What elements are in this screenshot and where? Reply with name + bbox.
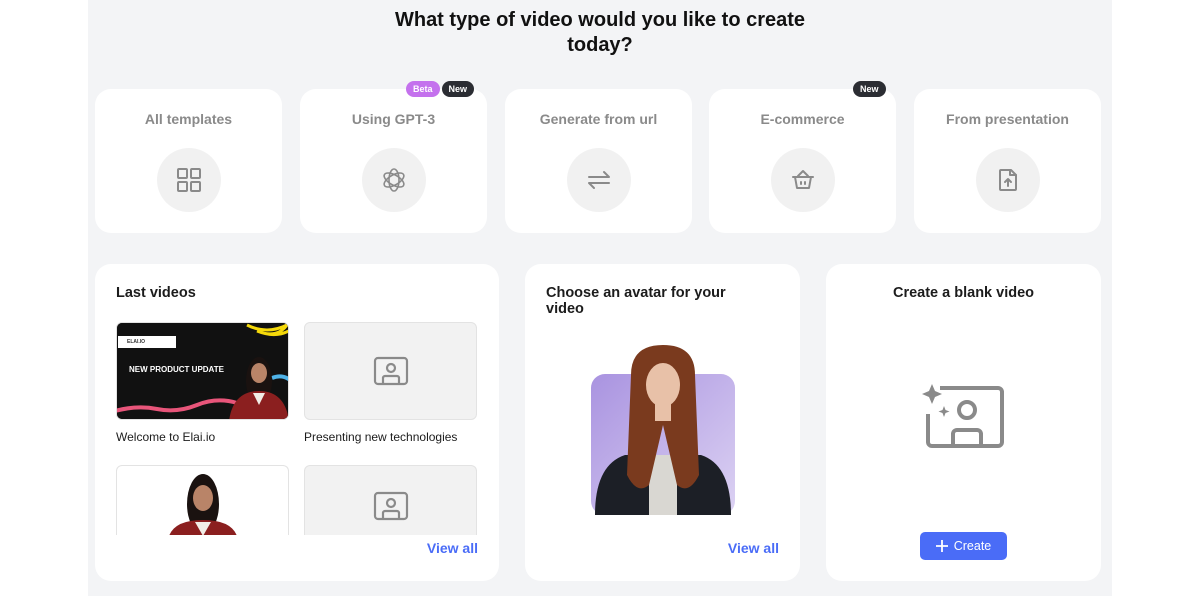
beta-badge: Beta <box>406 81 440 97</box>
thumbnail-headline: NEW PRODUCT UPDATE <box>129 365 224 374</box>
video-thumbnail[interactable] <box>304 322 477 420</box>
video-type-generate-from-url[interactable]: Generate from url <box>505 89 692 233</box>
create-button-label: Create <box>953 539 992 553</box>
blank-video-icon <box>920 382 1006 450</box>
grid-icon <box>156 148 221 212</box>
video-type-using-gpt3[interactable]: Beta New Using GPT-3 <box>300 81 487 233</box>
basket-icon <box>770 148 835 212</box>
file-upload-icon <box>975 148 1040 212</box>
last-videos-title: Last videos <box>116 285 196 301</box>
video-thumbnail[interactable] <box>116 465 289 535</box>
avatar-view-all-link[interactable]: View all <box>728 540 779 556</box>
video-thumbnail[interactable] <box>304 465 477 535</box>
video-type-e-commerce[interactable]: New E-commerce <box>709 81 896 233</box>
new-badge: New <box>441 81 475 97</box>
video-placeholder-icon <box>373 356 408 386</box>
page-title: What type of video would you like to cre… <box>88 8 1112 58</box>
avatar-panel-title: Choose an avatar for your video <box>546 285 726 317</box>
avatar-image[interactable] <box>591 345 735 515</box>
avatar-panel: Choose an avatar for your video View all <box>525 264 800 581</box>
video-type-label: From presentation <box>946 111 1069 127</box>
page-title-line-1: What type of video would you like to cre… <box>394 9 806 31</box>
arrows-exchange-icon <box>566 148 631 212</box>
new-badge: New <box>853 81 886 97</box>
video-caption[interactable]: Presenting new technologies <box>304 430 457 444</box>
blank-video-title: Create a blank video <box>892 285 1035 301</box>
video-thumbnail[interactable]: ELAI.IO NEW PRODUCT UPDATE <box>116 322 289 420</box>
video-type-all-templates[interactable]: All templates <box>95 89 282 233</box>
blank-video-panel: Create a blank video Create <box>826 264 1101 581</box>
video-caption[interactable]: Welcome to Elai.io <box>116 430 215 444</box>
last-videos-view-all-link[interactable]: View all <box>427 540 478 556</box>
video-thumbnail-art <box>169 474 237 535</box>
main-canvas: What type of video would you like to cre… <box>88 0 1112 596</box>
video-placeholder-icon <box>373 491 408 520</box>
page-title-line-2: today? <box>567 34 633 56</box>
video-type-label: Generate from url <box>539 111 658 127</box>
video-type-label: E-commerce <box>760 111 845 127</box>
last-videos-panel: Last videos ELAI.IO NEW PRODUCT UPDATE W… <box>95 264 499 581</box>
video-type-from-presentation[interactable]: From presentation <box>914 89 1101 233</box>
badges: New <box>853 81 886 97</box>
video-type-label: Using GPT-3 <box>351 111 436 127</box>
avatar-illustration <box>591 345 735 515</box>
badges: Beta New <box>406 81 475 97</box>
create-button[interactable]: Create <box>920 532 1007 560</box>
thumbnail-brand: ELAI.IO <box>127 339 146 345</box>
plus-icon <box>935 540 948 552</box>
openai-icon <box>361 148 426 212</box>
video-type-label: All templates <box>144 111 233 127</box>
